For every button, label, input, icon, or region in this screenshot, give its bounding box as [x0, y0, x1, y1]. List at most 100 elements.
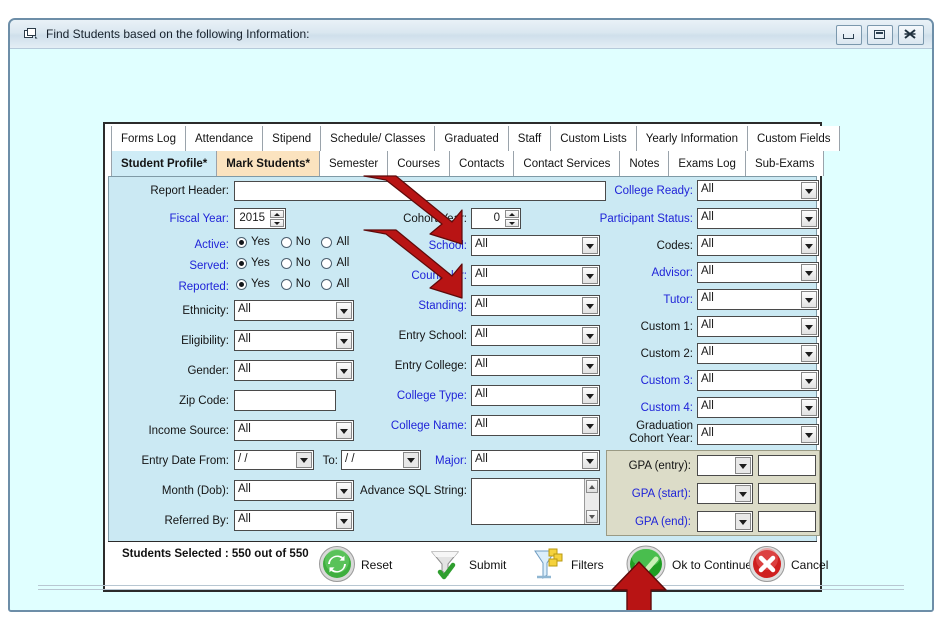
reset-button[interactable]: Reset: [318, 544, 392, 586]
gpa-start-value-input[interactable]: [758, 483, 816, 504]
served-radio-yes[interactable]: Yes: [236, 257, 270, 269]
chevron-down-icon[interactable]: [582, 357, 598, 374]
chevron-down-icon[interactable]: [336, 422, 352, 439]
scroll-up-icon[interactable]: [586, 480, 598, 493]
served-radio-all[interactable]: All: [321, 257, 349, 269]
chevron-down-icon[interactable]: [582, 297, 598, 314]
chevron-down-icon[interactable]: [801, 345, 817, 362]
chevron-down-icon[interactable]: [801, 210, 817, 227]
tutor-select[interactable]: All: [697, 289, 819, 310]
minimize-button[interactable]: [836, 25, 862, 45]
codes-select[interactable]: All: [697, 235, 819, 256]
entry-college-select[interactable]: All: [471, 355, 600, 376]
advance-sql-textarea[interactable]: [471, 478, 600, 525]
close-button[interactable]: [898, 25, 924, 45]
chevron-down-icon[interactable]: [735, 457, 751, 474]
gpa-entry-operator-select[interactable]: [697, 455, 753, 476]
tab-custom-fields[interactable]: Custom Fields: [747, 126, 841, 151]
cohort-year-up-icon[interactable]: [505, 210, 519, 218]
tab-custom-lists[interactable]: Custom Lists: [551, 126, 637, 151]
served-radio-group[interactable]: Yes No All: [236, 257, 360, 269]
chevron-down-icon[interactable]: [801, 372, 817, 389]
tab-schedule-classes[interactable]: Schedule/ Classes: [321, 126, 436, 151]
month-dob-select[interactable]: All: [234, 480, 354, 501]
ethnicity-select[interactable]: All: [234, 300, 354, 321]
reported-radio-all[interactable]: All: [321, 278, 349, 290]
chevron-down-icon[interactable]: [735, 513, 751, 530]
active-radio-all[interactable]: All: [321, 236, 349, 248]
custom-4-select[interactable]: All: [697, 397, 819, 418]
chevron-down-icon[interactable]: [336, 332, 352, 349]
active-radio-yes[interactable]: Yes: [236, 236, 270, 248]
filters-button[interactable]: Filters: [528, 544, 604, 586]
entry-date-from-input[interactable]: / /: [234, 450, 314, 470]
cohort-year-down-icon[interactable]: [505, 219, 519, 227]
tab-graduated[interactable]: Graduated: [435, 126, 509, 151]
entry-school-select[interactable]: All: [471, 325, 600, 346]
reported-radio-no[interactable]: No: [280, 278, 310, 290]
fiscal-year-up-icon[interactable]: [270, 210, 284, 218]
cohort-year-spinner[interactable]: 0: [471, 208, 521, 229]
chevron-down-icon[interactable]: [296, 452, 312, 468]
tab-attendance[interactable]: Attendance: [185, 126, 264, 151]
tab-exams-log[interactable]: Exams Log: [669, 151, 746, 176]
chevron-down-icon[interactable]: [336, 362, 352, 379]
fiscal-year-down-icon[interactable]: [270, 219, 284, 227]
eligibility-select[interactable]: All: [234, 330, 354, 351]
participant-status-select[interactable]: All: [697, 208, 819, 229]
income-source-select[interactable]: All: [234, 420, 354, 441]
custom-3-select[interactable]: All: [697, 370, 819, 391]
cancel-button[interactable]: Cancel: [748, 544, 828, 586]
gender-select[interactable]: All: [234, 360, 354, 381]
active-radio-group[interactable]: Yes No All: [236, 236, 360, 248]
standing-select[interactable]: All: [471, 295, 600, 316]
chevron-down-icon[interactable]: [336, 302, 352, 319]
school-select[interactable]: All: [471, 235, 600, 256]
custom-2-select[interactable]: All: [697, 343, 819, 364]
maximize-button[interactable]: [867, 25, 893, 45]
tab-student-profile[interactable]: Student Profile*: [111, 151, 218, 176]
graduation-cohort-year-select[interactable]: All: [697, 424, 819, 445]
chevron-down-icon[interactable]: [582, 237, 598, 254]
zip-code-input[interactable]: [234, 390, 336, 411]
advisor-select[interactable]: All: [697, 262, 819, 283]
submit-button[interactable]: Submit: [426, 544, 506, 586]
gpa-end-operator-select[interactable]: [697, 511, 753, 532]
chevron-down-icon[interactable]: [801, 426, 817, 443]
chevron-down-icon[interactable]: [582, 417, 598, 434]
gpa-start-operator-select[interactable]: [697, 483, 753, 504]
chevron-down-icon[interactable]: [735, 485, 751, 502]
custom-1-select[interactable]: All: [697, 316, 819, 337]
tab-sub-exams[interactable]: Sub-Exams: [745, 151, 825, 176]
chevron-down-icon[interactable]: [801, 182, 817, 199]
fiscal-year-spinner[interactable]: 2015: [234, 208, 286, 229]
scroll-down-icon[interactable]: [586, 510, 598, 523]
referred-by-select[interactable]: All: [234, 510, 354, 531]
chevron-down-icon[interactable]: [336, 512, 352, 529]
textarea-scrollbar[interactable]: [584, 479, 599, 524]
college-ready-select[interactable]: All: [697, 180, 819, 201]
chevron-down-icon[interactable]: [801, 264, 817, 281]
tab-yearly-information[interactable]: Yearly Information: [636, 126, 748, 151]
chevron-down-icon[interactable]: [582, 452, 598, 469]
gpa-end-value-input[interactable]: [758, 511, 816, 532]
counselor-select[interactable]: All: [471, 265, 600, 286]
tab-staff[interactable]: Staff: [508, 126, 552, 151]
college-type-select[interactable]: All: [471, 385, 600, 406]
chevron-down-icon[interactable]: [801, 291, 817, 308]
major-select[interactable]: All: [471, 450, 600, 471]
chevron-down-icon[interactable]: [801, 318, 817, 335]
tab-stipend[interactable]: Stipend: [263, 126, 322, 151]
served-radio-no[interactable]: No: [280, 257, 310, 269]
reported-radio-group[interactable]: Yes No All: [236, 278, 360, 290]
active-radio-no[interactable]: No: [280, 236, 310, 248]
college-name-select[interactable]: All: [471, 415, 600, 436]
tab-notes[interactable]: Notes: [620, 151, 670, 176]
chevron-down-icon[interactable]: [801, 399, 817, 416]
chevron-down-icon[interactable]: [582, 267, 598, 284]
reported-radio-yes[interactable]: Yes: [236, 278, 270, 290]
chevron-down-icon[interactable]: [801, 237, 817, 254]
tab-mark-students[interactable]: Mark Students*: [217, 151, 320, 176]
tab-contact-services[interactable]: Contact Services: [514, 151, 621, 176]
tab-forms-log[interactable]: Forms Log: [111, 126, 186, 151]
